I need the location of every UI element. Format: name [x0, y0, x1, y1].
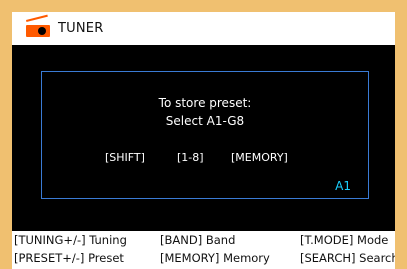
shift-key-hint: [SHIFT]: [105, 151, 145, 164]
selected-preset-indicator: A1: [335, 179, 351, 193]
store-preset-dialog: To store preset: Select A1-G8 [SHIFT] [1…: [41, 71, 369, 199]
footer-row: [PRESET+/-] Preset [MEMORY] Memory [SEAR…: [12, 251, 395, 269]
footer-row: [TUNING+/-] Tuning [BAND] Band [T.MODE] …: [12, 233, 395, 251]
dialog-message-line2: Select A1-G8: [165, 114, 245, 128]
tuning-hint: [TUNING+/-] Tuning: [14, 233, 127, 247]
band-hint: [BAND] Band: [160, 233, 236, 247]
dialog-message-line1: To store preset:: [158, 96, 252, 110]
memory-key-hint: [MEMORY]: [231, 151, 288, 164]
tuner-screen: TUNER To store preset: Select A1-G8 [SHI…: [12, 12, 395, 269]
footer-help-bar: [TUNING+/-] Tuning [BAND] Band [T.MODE] …: [12, 231, 395, 269]
tuner-radio-icon: [26, 14, 54, 38]
number-key-hint: [1-8]: [177, 151, 204, 164]
search-hint: [SEARCH] Search: [300, 251, 395, 265]
tmode-hint: [T.MODE] Mode: [300, 233, 389, 247]
header-bar: TUNER: [12, 12, 395, 45]
radio-dial-shape: [38, 26, 46, 35]
page-title: TUNER: [58, 21, 104, 36]
key-hints: [SHIFT] [1-8] [MEMORY]: [42, 151, 368, 167]
preset-hint: [PRESET+/-] Preset: [14, 251, 124, 265]
antenna-shape: [26, 14, 48, 22]
memory-hint: [MEMORY] Memory: [160, 251, 270, 265]
